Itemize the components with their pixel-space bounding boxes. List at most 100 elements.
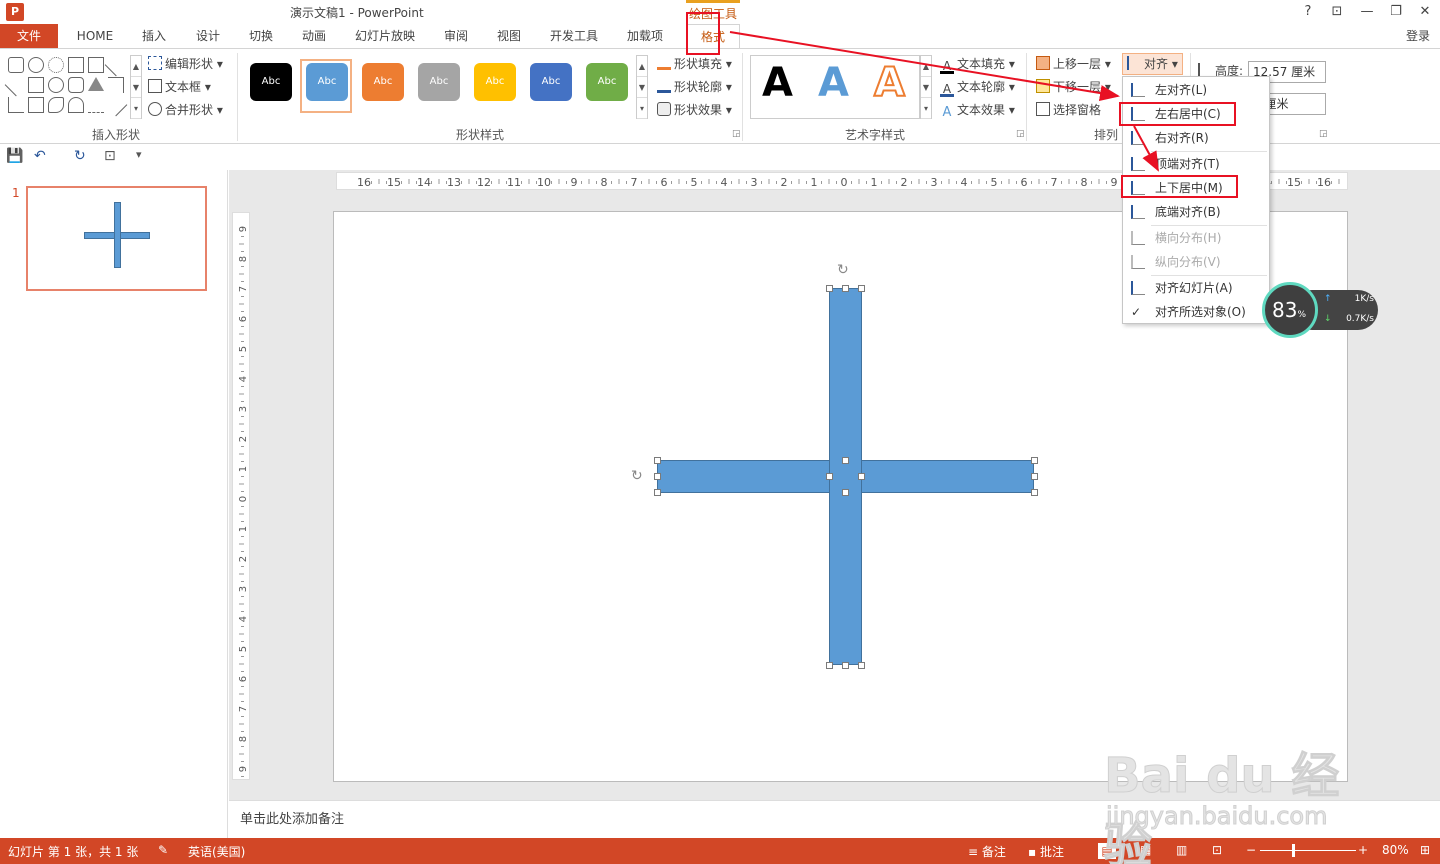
shape-oval-icon[interactable]	[28, 57, 44, 73]
align-button[interactable]: 对齐 ▾	[1122, 53, 1183, 75]
present-from-start-icon[interactable]: ⊡	[104, 148, 116, 164]
shape-circle-icon[interactable]	[48, 77, 64, 93]
send-backward-button[interactable]: 下移一层 ▾	[1036, 77, 1111, 97]
resize-handle[interactable]	[654, 473, 661, 480]
help-button[interactable]: ?	[1297, 3, 1319, 21]
rotate-handle-icon[interactable]: ↻	[837, 262, 849, 278]
resize-handle[interactable]	[842, 489, 849, 496]
shape-bent-arrow-icon[interactable]	[8, 97, 24, 113]
login-link[interactable]: 登录	[1406, 24, 1430, 48]
resize-handle[interactable]	[842, 662, 849, 669]
shape-textbox-icon[interactable]	[68, 57, 84, 73]
rotate-handle-icon[interactable]: ↻	[631, 468, 643, 484]
close-button[interactable]: ✕	[1414, 3, 1436, 21]
tab-developer[interactable]: 开发工具	[544, 24, 604, 48]
customize-qat-icon[interactable]: ▾	[136, 148, 142, 161]
align-menu-item[interactable]: 右对齐(R)	[1123, 127, 1269, 149]
shape-elbow-connector-icon[interactable]	[108, 77, 124, 93]
align-menu-item[interactable]: 左对齐(L)	[1123, 79, 1269, 101]
size-launcher-icon[interactable]: ◲	[1319, 129, 1328, 139]
selection-pane-button[interactable]: 选择窗格	[1036, 100, 1101, 120]
zoom-level[interactable]: 80%	[1382, 843, 1409, 857]
resize-handle[interactable]	[1031, 489, 1038, 496]
tab-transitions[interactable]: 切换	[241, 24, 281, 48]
shape-fill-button[interactable]: 形状填充 ▾	[657, 54, 732, 74]
wordart-sample-orange-outline[interactable]: A	[873, 60, 906, 106]
comments-toggle[interactable]: ▪ 批注	[1028, 843, 1064, 860]
align-menu-item[interactable]: 对齐幻灯片(A)	[1123, 277, 1269, 299]
maximize-button[interactable]: ❐	[1385, 3, 1407, 21]
language-status[interactable]: 英语(美国)	[188, 843, 245, 860]
shape-right-arrow-icon[interactable]	[28, 97, 44, 113]
shape-styles-launcher-icon[interactable]: ◲	[732, 129, 741, 139]
shape-style-gallery-scroll[interactable]: ▲ ▼ ▾	[636, 55, 648, 119]
text-outline-button[interactable]: A 文本轮廓 ▾	[940, 77, 1015, 97]
bring-forward-button[interactable]: 上移一层 ▾	[1036, 54, 1111, 74]
wordart-launcher-icon[interactable]: ◲	[1016, 129, 1025, 139]
text-effects-button[interactable]: A 文本效果 ▾	[940, 100, 1015, 120]
shape-style-swatch[interactable]: Abc	[362, 63, 404, 101]
resize-handle[interactable]	[654, 489, 661, 496]
slide-thumbnail[interactable]	[26, 186, 207, 291]
shapes-gallery[interactable]	[4, 53, 130, 117]
shape-vertical-textbox-icon[interactable]	[88, 57, 104, 73]
tab-review[interactable]: 审阅	[436, 24, 476, 48]
shape-style-swatch[interactable]: Abc	[474, 63, 516, 101]
shape-square-icon[interactable]	[28, 77, 44, 93]
resize-handle[interactable]	[842, 457, 849, 464]
notes-placeholder[interactable]: 单击此处添加备注	[240, 808, 344, 827]
align-menu-item[interactable]: 底端对齐(B)	[1123, 201, 1269, 223]
resize-handle[interactable]	[1031, 457, 1038, 464]
merge-shapes-button[interactable]: 合并形状 ▾	[148, 100, 223, 120]
shape-arrow-line-icon[interactable]	[4, 73, 28, 97]
resize-handle[interactable]	[858, 473, 865, 480]
ribbon-display-options-button[interactable]: ⊡	[1326, 3, 1348, 21]
minimize-button[interactable]: —	[1356, 3, 1378, 21]
resize-handle[interactable]	[858, 662, 865, 669]
resize-handle[interactable]	[858, 285, 865, 292]
resize-handle[interactable]	[842, 285, 849, 292]
fit-slide-icon[interactable]: ⊞	[1420, 843, 1430, 857]
save-icon[interactable]: 💾	[6, 148, 23, 164]
shape-sun-icon[interactable]	[48, 57, 64, 73]
shape-style-swatch[interactable]: Abc	[586, 63, 628, 101]
vertical-ruler[interactable]: 9 8 7 6 5 4 3 2 1 0 1 2 3 4 5 6 7 8 9	[232, 212, 250, 780]
resize-handle[interactable]	[826, 285, 833, 292]
shape-line-icon[interactable]	[104, 53, 128, 77]
wordart-gallery-scroll[interactable]: ▲ ▼ ▾	[920, 55, 932, 119]
align-menu-item[interactable]: 顶端对齐(T)	[1123, 153, 1269, 175]
edit-shape-button[interactable]: 编辑形状 ▾	[148, 54, 223, 74]
shape-pentagon-icon[interactable]	[48, 97, 64, 113]
wordart-sample-black[interactable]: A	[762, 61, 793, 105]
powerpoint-app-icon[interactable]: P	[6, 3, 24, 21]
resize-handle[interactable]	[826, 662, 833, 669]
shape-outline-button[interactable]: 形状轮廓 ▾	[657, 77, 732, 97]
shape-freeform-icon[interactable]	[88, 97, 104, 113]
tab-home[interactable]: HOME	[68, 24, 122, 48]
shape-style-swatch[interactable]: Abc	[530, 63, 572, 101]
notes-toggle[interactable]: ≡ 备注	[968, 843, 1006, 860]
tab-animations[interactable]: 动画	[294, 24, 334, 48]
tab-insert[interactable]: 插入	[134, 24, 174, 48]
tab-slideshow[interactable]: 幻灯片放映	[348, 24, 422, 48]
shapes-gallery-scroll[interactable]: ▲ ▼ ▾	[130, 55, 142, 119]
align-menu-item[interactable]: ✓ 对齐所选对象(O)	[1123, 301, 1269, 323]
text-fill-button[interactable]: A 文本填充 ▾	[940, 54, 1015, 74]
tab-addins[interactable]: 加载项	[620, 24, 670, 48]
spellcheck-icon[interactable]: ✎	[158, 843, 168, 857]
shape-rectangle-icon[interactable]	[8, 57, 24, 73]
wordart-sample-blue[interactable]: A	[818, 61, 849, 105]
undo-icon[interactable]: ↶	[34, 148, 46, 164]
resize-handle[interactable]	[826, 473, 833, 480]
shape-scribble-icon[interactable]	[104, 93, 128, 117]
shape-curve-icon[interactable]	[68, 97, 84, 113]
tab-view[interactable]: 视图	[489, 24, 529, 48]
shape-rounded-rect-icon[interactable]	[68, 77, 84, 93]
shape-style-swatch[interactable]: Abc	[418, 63, 460, 101]
text-box-button[interactable]: 文本框 ▾	[148, 77, 211, 97]
resize-handle[interactable]	[1031, 473, 1038, 480]
tab-design[interactable]: 设计	[188, 24, 228, 48]
shape-effects-button[interactable]: 形状效果 ▾	[657, 100, 732, 120]
tab-file[interactable]: 文件	[0, 24, 58, 48]
redo-icon[interactable]: ↻	[74, 148, 86, 164]
